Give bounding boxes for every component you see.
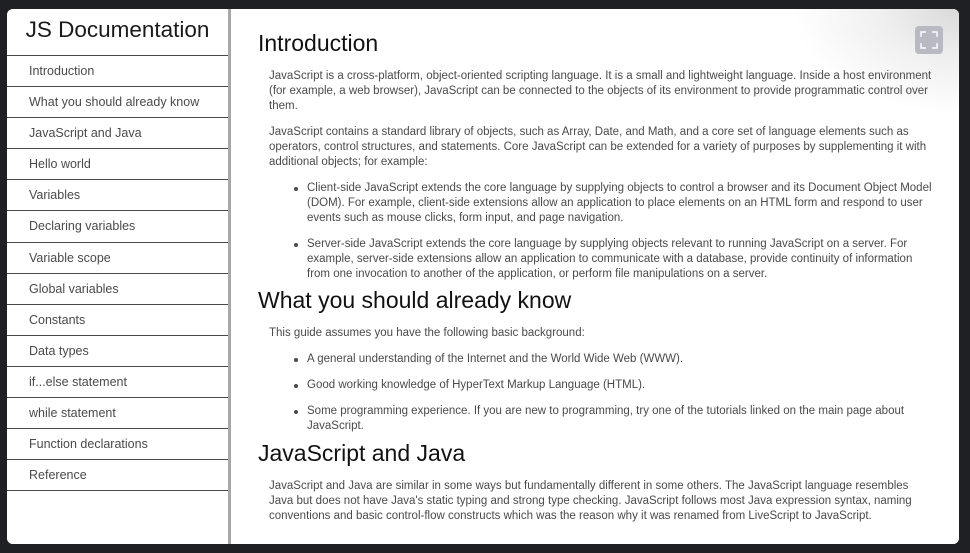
nav-link-hello-world[interactable]: Hello world — [7, 149, 228, 181]
section-javascript-and-java: JavaScript and Java JavaScript and Java … — [234, 434, 959, 524]
list-item: Some programming experience. If you are … — [294, 404, 934, 434]
list-item: Client-side JavaScript extends the core … — [294, 181, 934, 226]
nav-link-function-declarations[interactable]: Function declarations — [7, 429, 228, 461]
section-paragraph: JavaScript contains a standard library o… — [269, 126, 927, 168]
sidebar-nav: JS Documentation Introduction What you s… — [7, 9, 231, 544]
list-item: Good working knowledge of HyperText Mark… — [294, 378, 934, 393]
nav-link-if-else-statement[interactable]: if...else statement — [7, 367, 228, 399]
section-title: Introduction — [258, 30, 379, 56]
expand-icon — [920, 31, 938, 49]
nav-link-variable-scope[interactable]: Variable scope — [7, 243, 228, 274]
bullet-list: Client-side JavaScript extends the core … — [294, 181, 934, 282]
section-paragraph: JavaScript and Java are similar in some … — [269, 480, 912, 522]
list-item: A general understanding of the Internet … — [294, 352, 934, 367]
nav-link-global-variables[interactable]: Global variables — [7, 274, 228, 305]
nav-link-while-statement[interactable]: while statement — [7, 398, 228, 430]
nav-link-declaring-variables[interactable]: Declaring variables — [7, 211, 228, 243]
nav-link-reference[interactable]: Reference — [7, 460, 228, 492]
app-window: JS Documentation Introduction What you s… — [7, 9, 959, 544]
sidebar-title: JS Documentation — [7, 9, 228, 56]
nav-list: Introduction What you should already kno… — [7, 56, 228, 492]
main-doc[interactable]: Introduction JavaScript is a cross-platf… — [234, 9, 959, 544]
section-introduction: Introduction JavaScript is a cross-platf… — [234, 9, 959, 282]
section-title: What you should already know — [258, 287, 572, 313]
fullscreen-button[interactable] — [915, 26, 943, 54]
nav-link-what-you-should-already-know[interactable]: What you should already know — [7, 87, 228, 119]
nav-link-introduction[interactable]: Introduction — [7, 56, 228, 88]
section-title: JavaScript and Java — [258, 440, 466, 466]
nav-link-data-types[interactable]: Data types — [7, 336, 228, 367]
nav-link-javascript-and-java[interactable]: JavaScript and Java — [7, 118, 228, 150]
section-paragraph: This guide assumes you have the followin… — [269, 327, 585, 339]
nav-link-variables[interactable]: Variables — [7, 180, 228, 212]
section-paragraph: JavaScript is a cross-platform, object-o… — [269, 70, 932, 112]
section-what-you-should-already-know: What you should already know This guide … — [234, 282, 959, 434]
list-item: Server-side JavaScript extends the core … — [294, 237, 934, 282]
bullet-list: A general understanding of the Internet … — [294, 352, 934, 434]
nav-link-constants[interactable]: Constants — [7, 305, 228, 336]
